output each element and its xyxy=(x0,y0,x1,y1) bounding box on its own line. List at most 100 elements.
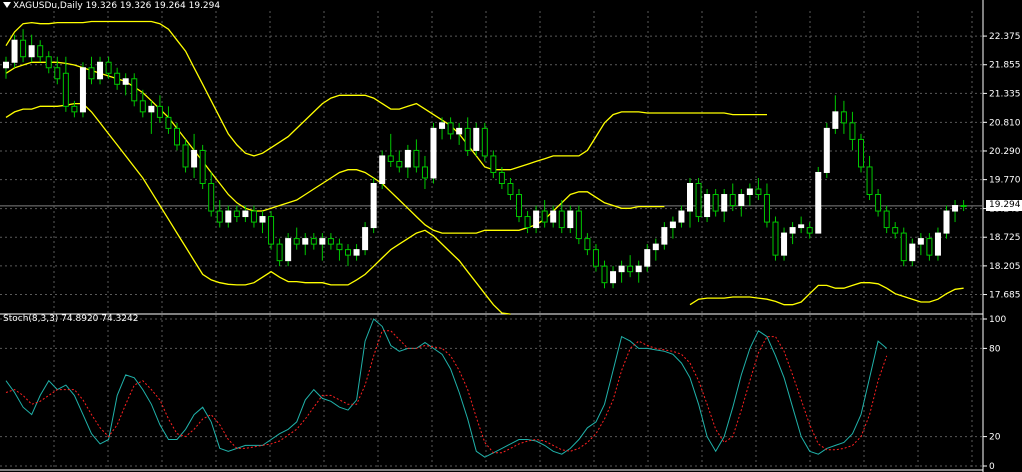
candle-body xyxy=(755,188,762,196)
candle-body xyxy=(353,249,360,256)
candle-body xyxy=(345,249,351,256)
candle-body xyxy=(404,149,411,168)
candle-body xyxy=(396,160,403,168)
candle-body xyxy=(652,243,659,251)
candle-body xyxy=(601,265,608,284)
candle-body xyxy=(490,155,497,173)
stoch-tick-label: 20 xyxy=(989,433,1001,443)
price-tick-label: 20.810 xyxy=(989,118,1021,128)
candle-body xyxy=(781,232,788,256)
candle-body xyxy=(678,210,685,223)
candle-body xyxy=(695,182,702,218)
candle-body xyxy=(430,127,437,179)
candle-body xyxy=(858,138,864,168)
candle-body xyxy=(464,127,471,151)
candle-body xyxy=(456,127,463,135)
candle-body xyxy=(421,166,428,179)
candle-body xyxy=(259,216,266,223)
price-tick-label: 20.290 xyxy=(989,147,1021,157)
candle-body xyxy=(250,210,257,223)
indicator-header: Stoch(8,3,3) 74.8920 74.3242 xyxy=(3,314,139,324)
candle-body xyxy=(772,221,779,256)
candle-body xyxy=(293,238,300,245)
candle-body xyxy=(763,194,770,223)
candle-body xyxy=(413,149,420,168)
stoch-tick-label: 80 xyxy=(989,344,1001,354)
price-tick-label: 21.855 xyxy=(989,61,1021,71)
candle-body xyxy=(225,210,232,223)
price-tick-label: 18.205 xyxy=(989,262,1021,272)
price-tick-label: 18.725 xyxy=(989,233,1021,243)
candle-body xyxy=(849,122,856,140)
candle-body xyxy=(139,100,146,113)
candle-body xyxy=(362,227,369,251)
candle-body xyxy=(875,194,882,212)
candle-body xyxy=(746,188,753,196)
current-price-label: 19.294 xyxy=(986,199,1022,211)
candle-body xyxy=(952,205,959,212)
candle-body xyxy=(498,171,505,184)
candle-body xyxy=(45,56,52,69)
candle-body xyxy=(661,227,668,245)
candle-body xyxy=(584,238,591,251)
candle-body xyxy=(789,227,796,234)
candle-body xyxy=(541,210,548,223)
candle-body xyxy=(823,127,830,173)
candle-body xyxy=(302,238,309,245)
candle-body xyxy=(276,243,283,262)
candle-body xyxy=(20,39,27,58)
candle-body xyxy=(62,72,69,107)
candle-body xyxy=(114,72,121,85)
candle-body xyxy=(481,127,488,157)
candle-body xyxy=(575,210,582,240)
stoch-tick-label: 100 xyxy=(989,315,1006,325)
candle-body xyxy=(71,105,78,113)
candle-body xyxy=(105,61,112,74)
candle-body xyxy=(550,210,557,223)
candle-body xyxy=(934,232,941,256)
candle-body xyxy=(644,249,651,267)
candle-body xyxy=(729,194,736,207)
candle-body xyxy=(892,227,899,234)
candle-body xyxy=(199,149,206,184)
candle-body xyxy=(687,182,693,212)
candle-body xyxy=(883,210,890,229)
candle-body xyxy=(165,116,172,129)
price-tick-label: 22.375 xyxy=(989,32,1021,42)
candle-body xyxy=(11,39,18,63)
candle-body xyxy=(738,194,745,207)
candle-body xyxy=(926,238,933,256)
candle-body xyxy=(216,210,223,223)
candle-body xyxy=(909,243,916,262)
candle-body xyxy=(798,224,805,229)
candle-body xyxy=(832,111,839,129)
candle-body xyxy=(712,194,719,212)
candle-body xyxy=(592,249,599,267)
candle-body xyxy=(627,265,634,273)
candle-body xyxy=(327,238,334,245)
candle-body xyxy=(635,265,642,273)
candle-body xyxy=(97,61,104,80)
candle-body xyxy=(156,105,163,118)
candle-body xyxy=(242,210,249,218)
candle-body xyxy=(370,182,377,229)
candle-body xyxy=(268,216,275,245)
candle-body xyxy=(439,122,446,129)
candle-body xyxy=(840,111,847,124)
candle-body xyxy=(148,105,155,113)
dropdown-triangle-icon[interactable] xyxy=(3,2,11,8)
candle-body xyxy=(806,227,813,234)
candle-body xyxy=(567,210,574,229)
candle-body xyxy=(122,78,129,85)
candle-body xyxy=(379,155,386,184)
candle-body xyxy=(558,210,565,229)
candle-body xyxy=(473,127,480,151)
candle-body xyxy=(917,238,924,245)
candle-body xyxy=(618,265,625,273)
candle-body xyxy=(943,210,950,234)
candle-body xyxy=(28,45,35,58)
candle-body xyxy=(669,221,676,229)
candle-body xyxy=(336,243,343,251)
price-and-stochastic-chart: 22.375 21.855 21.335 20.810 20.290 19.770 19.2… xyxy=(0,0,1022,472)
candle-body xyxy=(516,194,522,218)
